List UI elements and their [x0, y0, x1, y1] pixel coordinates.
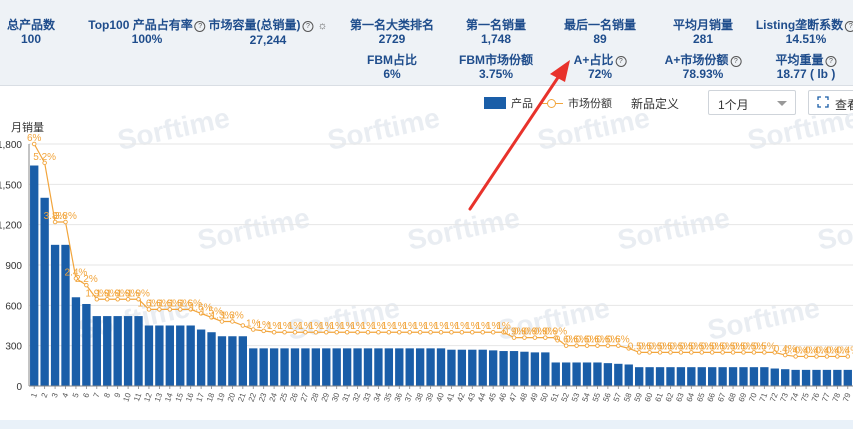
- annotation-arrow: [468, 60, 570, 211]
- bottom-strip: [0, 420, 853, 429]
